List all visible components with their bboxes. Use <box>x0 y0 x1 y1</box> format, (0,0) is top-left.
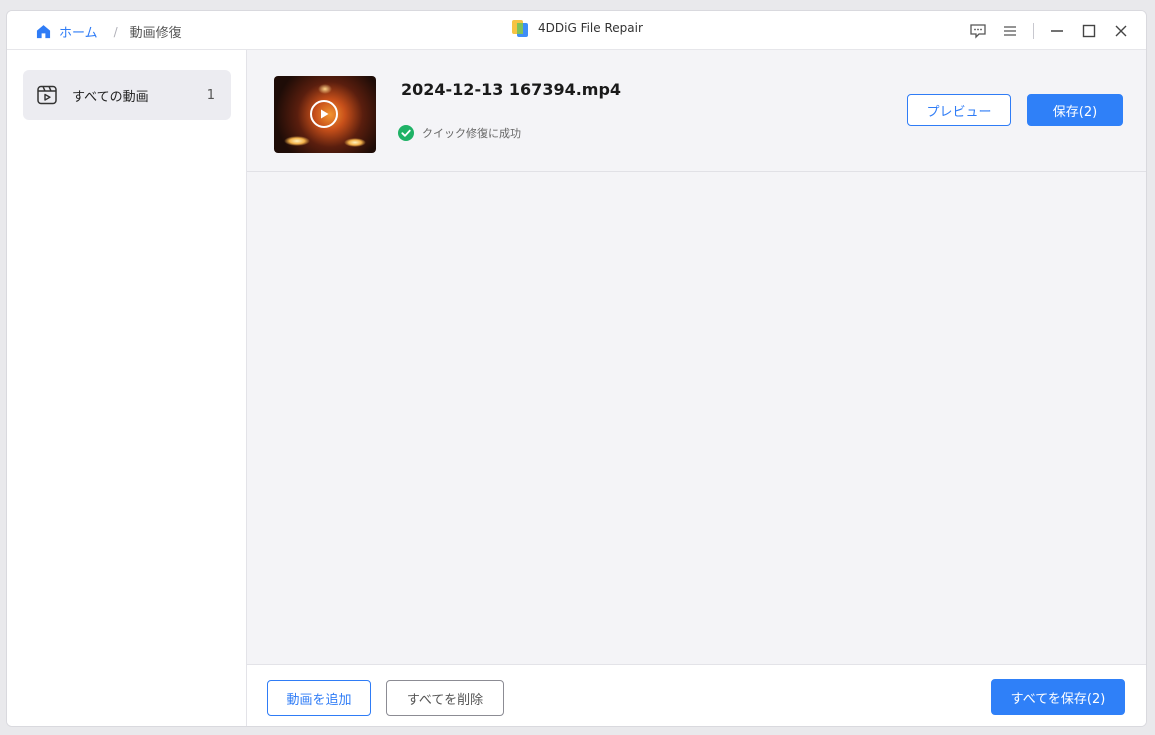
feedback-icon <box>970 24 986 39</box>
video-folder-icon <box>36 84 58 106</box>
feedback-button[interactable] <box>967 20 989 42</box>
breadcrumb-separator: / <box>113 24 118 39</box>
window-controls <box>957 20 1132 42</box>
menu-button[interactable] <box>999 20 1021 42</box>
home-link[interactable]: ホーム <box>36 22 98 41</box>
candle-glow <box>344 138 366 147</box>
sidebar-item-label: すべての動画 <box>72 89 149 105</box>
sidebar-item-count: 1 <box>206 87 215 103</box>
sidebar-item-all-videos[interactable]: すべての動画 1 <box>23 70 231 120</box>
close-icon <box>1115 25 1127 37</box>
title-bar: ホーム / 動画修復 4DDiG File Repair <box>7 11 1146 50</box>
play-icon <box>310 100 338 128</box>
maximize-icon <box>1082 24 1096 38</box>
app-logo-icon <box>512 20 528 37</box>
file-row: 2024-12-13 167394.mp4 クイック修復に成功 プレビュー 保存… <box>247 50 1146 172</box>
delete-all-button[interactable]: すべてを削除 <box>386 680 504 716</box>
candle-glow <box>318 84 332 94</box>
minimize-button[interactable] <box>1046 20 1068 42</box>
close-button[interactable] <box>1110 20 1132 42</box>
app-title: 4DDiG File Repair <box>511 18 643 38</box>
maximize-button[interactable] <box>1078 20 1100 42</box>
add-video-button[interactable]: 動画を追加 <box>267 680 371 716</box>
footer-bar: 動画を追加 すべてを削除 すべてを保存(2) <box>247 664 1146 726</box>
save-button[interactable]: 保存(2) <box>1027 94 1123 126</box>
controls-divider <box>1033 23 1034 39</box>
repair-status-text: クイック修復に成功 <box>422 127 521 140</box>
app-title-text: 4DDiG File Repair <box>538 21 643 35</box>
minimize-icon <box>1051 30 1063 32</box>
preview-button[interactable]: プレビュー <box>907 94 1011 126</box>
sidebar: すべての動画 1 <box>7 50 247 726</box>
app-window: ホーム / 動画修復 4DDiG File Repair すべての動画 1 20… <box>6 10 1147 727</box>
breadcrumb: ホーム / 動画修復 <box>36 22 182 41</box>
file-name: 2024-12-13 167394.mp4 <box>401 80 622 99</box>
home-label: ホーム <box>59 26 98 41</box>
breadcrumb-current: 動画修復 <box>129 26 182 41</box>
home-icon <box>36 25 51 39</box>
menu-icon <box>1004 26 1016 36</box>
save-all-button[interactable]: すべてを保存(2) <box>991 679 1125 715</box>
main-content: 2024-12-13 167394.mp4 クイック修復に成功 プレビュー 保存… <box>247 50 1146 665</box>
candle-glow <box>284 136 310 146</box>
repair-status: クイック修復に成功 <box>398 125 521 141</box>
video-thumbnail[interactable] <box>274 76 376 153</box>
success-check-icon <box>398 125 414 141</box>
